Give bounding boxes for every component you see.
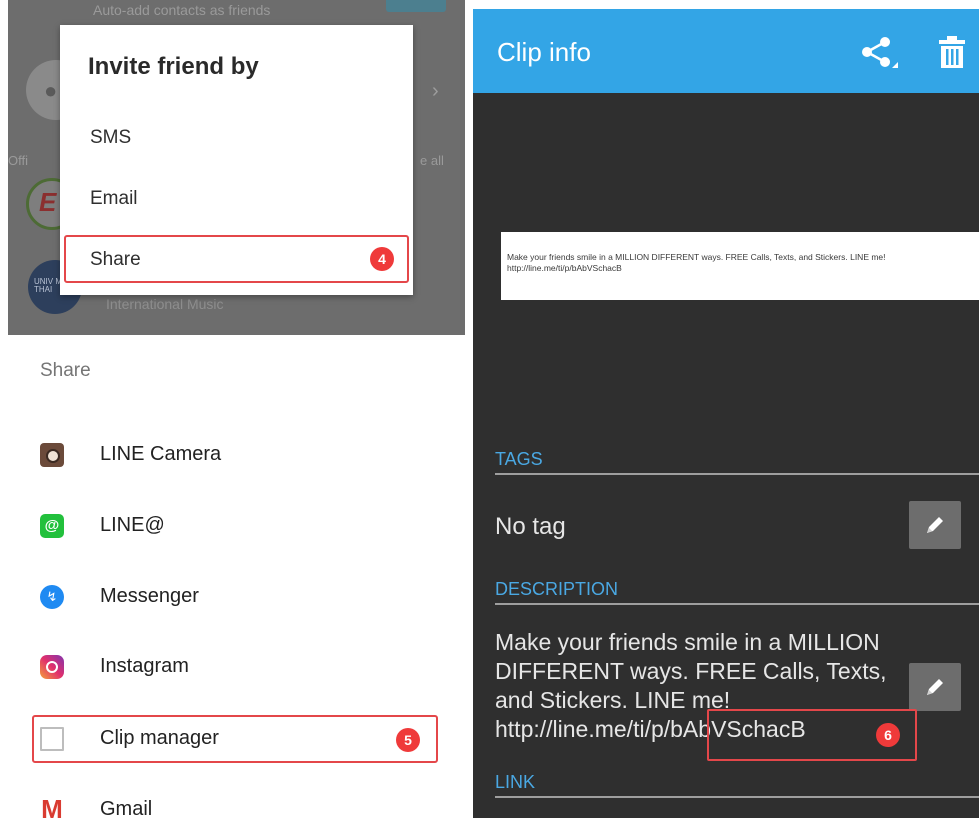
pencil-icon xyxy=(927,679,943,695)
step-badge: 6 xyxy=(876,723,900,747)
page-title: Clip info xyxy=(497,37,591,67)
invite-option-share[interactable]: Share 4 xyxy=(64,235,409,283)
share-target-clip-manager[interactable]: Clip manager 5 xyxy=(32,715,438,763)
edit-description-button[interactable] xyxy=(909,663,961,711)
invite-option-sms[interactable]: SMS xyxy=(90,127,131,149)
instagram-icon xyxy=(40,655,64,679)
share-target-line-at[interactable]: @ LINE@ xyxy=(32,502,438,550)
official-accounts-label: Offi xyxy=(8,153,28,168)
international-music-label: International Music xyxy=(106,296,224,312)
dialog-title: Invite friend by xyxy=(88,53,259,80)
share-sheet-heading: Share xyxy=(40,360,91,381)
step-badge: 5 xyxy=(396,728,420,752)
line-camera-icon xyxy=(40,443,64,467)
clip-preview: Make your friends smile in a MILLION DIF… xyxy=(501,232,979,300)
link-divider xyxy=(495,796,979,798)
description-header: DESCRIPTION xyxy=(495,579,619,599)
step-badge: 4 xyxy=(370,247,394,271)
clip-preview-text: Make your friends smile in a MILLION DIF… xyxy=(507,252,886,273)
gmail-icon: M xyxy=(41,794,63,818)
clip-info-screen: Clip info Make your friends smile in a M… xyxy=(473,9,979,818)
invite-friend-dialog: Invite friend by SMS Email Share 4 xyxy=(60,25,413,295)
delete-icon[interactable] xyxy=(939,36,965,68)
chevron-right-icon: › xyxy=(432,80,439,102)
pencil-icon xyxy=(927,517,943,533)
toggle-button xyxy=(386,0,446,12)
share-target-messenger[interactable]: ↯ Messenger xyxy=(32,573,438,621)
share-target-gmail[interactable]: M Gmail xyxy=(32,786,438,818)
edit-tags-button[interactable] xyxy=(909,501,961,549)
clip-manager-icon xyxy=(40,727,64,751)
left-panel: Auto-add contacts as friends ● › Offi e … xyxy=(8,0,465,818)
see-all-link: e all xyxy=(420,153,444,168)
line-at-icon: @ xyxy=(40,514,64,538)
share-target-instagram[interactable]: Instagram xyxy=(32,643,438,691)
app-bar: Clip info xyxy=(473,9,979,93)
link-code-highlight: 6 xyxy=(707,709,917,761)
tag-value: No tag xyxy=(495,513,566,540)
messenger-icon: ↯ xyxy=(40,585,64,609)
person-icon: ● xyxy=(44,78,58,103)
share-target-line-camera[interactable]: LINE Camera xyxy=(32,431,438,479)
share-option-label: Share xyxy=(90,249,141,270)
link-header: LINK xyxy=(495,772,536,792)
invite-option-email[interactable]: Email xyxy=(90,188,138,210)
auto-add-text: Auto-add contacts as friends xyxy=(93,2,271,18)
description-divider xyxy=(495,603,979,605)
tags-header: TAGS xyxy=(495,449,543,469)
share-icon[interactable] xyxy=(859,35,899,69)
tags-divider xyxy=(495,473,979,475)
